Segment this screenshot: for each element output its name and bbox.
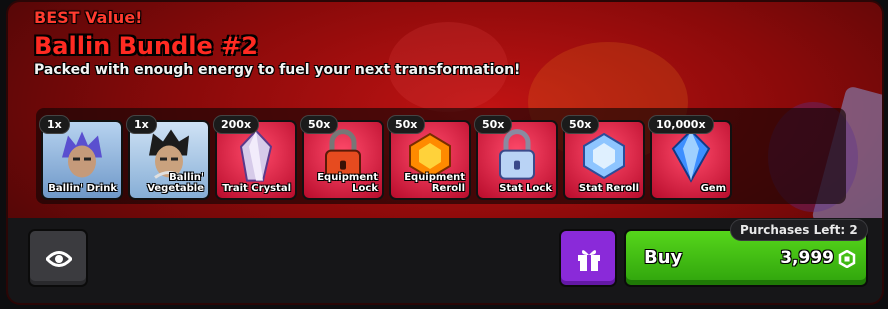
crystal-icon [239,129,273,182]
item-quantity: 50x [300,115,339,134]
bundle-item-ballin-vegetable[interactable]: 1x Ballin' Vegetable [126,115,210,200]
item-quantity: 1x [126,115,157,134]
item-label: Ballin' Drink [48,183,117,194]
bundle-item-equipment-reroll[interactable]: 50x Equipment Reroll [387,115,471,200]
item-label: Ballin' Vegetable [147,172,204,194]
character-portrait-icon [62,131,102,178]
item-label: Gem [700,183,726,194]
gift-button[interactable] [559,229,617,287]
bundle-item-equipment-lock[interactable]: 50x Equipment Lock [300,115,384,200]
gift-icon [578,250,600,271]
item-label: Trait Crystal [222,183,291,194]
item-label: Equipment Lock [317,172,378,194]
buy-label: Buy [644,247,683,268]
item-quantity: 200x [213,115,260,134]
bundle-item-ballin-drink[interactable]: 1x Ballin' Drink [39,115,123,200]
gem-blue-icon [671,129,711,183]
item-quantity: 10,000x [648,115,714,134]
item-quantity: 50x [474,115,513,134]
best-value-badge: BEST Value! [34,8,143,27]
preview-button[interactable] [28,229,88,287]
gem-blue-icon [583,132,625,180]
eye-icon [46,251,72,267]
padlock-icon [499,129,535,180]
bundle-description: Packed with enough energy to fuel your n… [34,62,521,78]
item-label: Equipment Reroll [404,172,465,194]
item-quantity: 50x [561,115,600,134]
item-quantity: 50x [387,115,426,134]
purchases-left-badge: Purchases Left: 2 [730,219,868,241]
bundle-title: Ballin Bundle #2 [34,32,258,60]
item-label: Stat Lock [499,183,552,194]
item-quantity: 1x [39,115,70,134]
item-label: Stat Reroll [578,183,639,194]
robux-icon [838,250,856,268]
price-value: 3,999 [780,248,834,268]
bundle-item-gem[interactable]: 10,000x Gem [648,115,732,200]
bundle-item-stat-reroll[interactable]: 50x Stat Reroll [561,115,645,200]
bundle-item-trait-crystal[interactable]: 200x Trait Crystal [213,115,297,200]
bundle-item-stat-lock[interactable]: 50x Stat Lock [474,115,558,200]
bundle-card: BEST Value! Ballin Bundle #2 Packed with… [6,0,884,305]
